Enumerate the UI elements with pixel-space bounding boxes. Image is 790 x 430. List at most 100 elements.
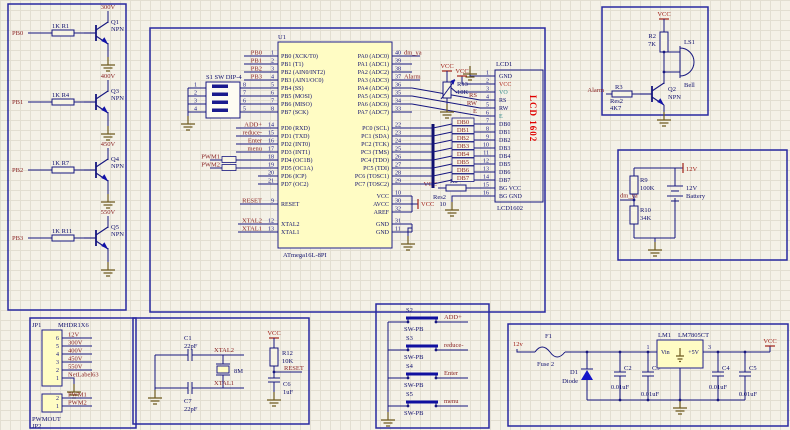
net-label: XTAL1 — [214, 380, 234, 387]
pot-body — [443, 82, 451, 98]
pin-number: 3 — [56, 360, 59, 366]
net-label: PB3 — [251, 74, 262, 81]
dip-lever — [212, 85, 228, 89]
dip-pin-number: 4 — [194, 107, 197, 113]
resistor — [52, 30, 74, 36]
lcd-pin-name: DB6 — [499, 170, 510, 176]
resistor-value: 10K — [282, 358, 294, 365]
switch-type: SW-PB — [404, 354, 424, 361]
net-label: Enter — [248, 138, 263, 145]
mcu-pin-name: AREF — [374, 210, 390, 216]
mcu-pin-name: PB0 (XCK/T0) — [281, 53, 318, 60]
mcu-pin-name: PA2 (ADC2) — [358, 69, 389, 76]
regulator-vin: Vin — [661, 350, 670, 356]
cap-value: 0.01uF — [739, 391, 758, 398]
dip-pin-number: 2 — [194, 91, 197, 97]
speaker-name: Bell — [684, 82, 695, 89]
mcu-pin-name: PB3 (AIN1/OC0) — [281, 77, 324, 84]
mcu-pin-name: PA7 (ADC7) — [358, 109, 389, 116]
bell-circuit: VCC R2 7K LS1 Bell R3 Res2 4K7 Alarm Q2 … — [587, 11, 695, 126]
mcu-pin-name: GND — [376, 222, 390, 228]
rail-label: 300V — [101, 4, 116, 11]
dip-pin-number: 5 — [243, 107, 246, 113]
net-label: RESET — [284, 365, 304, 372]
net-label: 450V — [68, 356, 83, 363]
diode-symbol — [581, 370, 593, 380]
power-label: VCC — [455, 68, 468, 75]
mcu-pin-name: PB4 (SS) — [281, 85, 304, 92]
net-label: PB0 — [12, 30, 23, 37]
dip-pin-number: 1 — [194, 83, 197, 89]
net-label: PB2 — [251, 66, 262, 73]
mcu-pin-name: PD1 (TXD) — [281, 133, 310, 140]
net-label: XTAL2 — [214, 347, 234, 354]
cap-value: 22pF — [184, 343, 198, 350]
resistor-label: 1K R4 — [52, 92, 70, 99]
connector-designator: JP1 — [32, 322, 41, 329]
switch-designator: S2 — [406, 307, 413, 314]
transistor-type: NPN — [111, 95, 124, 102]
mcu-pin-name: PC0 (SCL) — [362, 125, 389, 132]
resistor-type: Res2 — [433, 194, 446, 201]
lcd-part: LCD1602 — [497, 205, 523, 212]
mcu-pin-name: PA3 (ADC3) — [358, 77, 389, 84]
transistor-type: NPN — [111, 26, 124, 33]
mcu-part: ATmega16L-8PI — [283, 252, 327, 259]
mcu-pin-name: PD4 (OC1B) — [281, 157, 313, 164]
cap-value: 0.01uF — [641, 391, 660, 398]
mcu-pin-name: PA6 (ADC6) — [358, 101, 389, 108]
net-label: PWM1 — [201, 154, 220, 161]
cap-designator: C7 — [184, 398, 192, 405]
net-label: E — [473, 108, 477, 115]
mcu-pin-name: GND — [376, 230, 390, 236]
pin-number: 5 — [56, 344, 59, 350]
mcu-pin-name: PB7 (SCK) — [281, 109, 309, 116]
net-label: reduce- — [444, 342, 463, 349]
resistor — [52, 167, 74, 173]
rail-label: 550V — [101, 209, 116, 216]
power-label: VCC — [267, 330, 280, 337]
net-label: 12V — [68, 332, 80, 339]
dip-pin-number: 6 — [243, 99, 246, 105]
dip-pin-number: 3 — [194, 99, 197, 105]
lcd-pin-name: E — [499, 114, 503, 120]
cap-value: 1uF — [283, 389, 294, 396]
mcu-pin-name: PC3 (TMS) — [361, 149, 389, 156]
resistor-value: 100K — [640, 185, 655, 192]
net-label: menu — [444, 398, 459, 405]
fuse-designator: F1 — [545, 333, 552, 340]
resistor-value: 10 — [440, 201, 447, 208]
power-label: VCC — [763, 338, 776, 345]
resistor-designator: R10 — [640, 207, 651, 214]
connector-part: MHDR1X6 — [58, 322, 89, 329]
battery-value: 12V — [686, 185, 698, 192]
power-label: 12V — [686, 166, 698, 173]
lcd-pin-name: BG GND — [499, 194, 523, 200]
cap-designator: C6 — [283, 381, 291, 388]
transistor-designator: Q5 — [111, 224, 119, 231]
pin-number: 6 — [56, 336, 59, 342]
net-label-box — [222, 157, 236, 163]
net-label-box — [222, 165, 236, 171]
lcd-designator: LCD1 — [496, 61, 512, 68]
lcd-pin-name: RW — [499, 106, 509, 112]
net-label: 300V — [68, 340, 83, 347]
battery-circuit: 12V R9 100K R10 34K dm_ya 12V Battery — [620, 163, 706, 256]
dip-pin-number: 7 — [243, 91, 246, 97]
speaker-designator: LS1 — [684, 39, 695, 46]
regulator-designator: LM1 — [658, 332, 671, 339]
keys-block-border — [376, 304, 489, 428]
mcu-pin-name: PD0 (RXD) — [281, 125, 310, 132]
switch-designator: S5 — [406, 391, 413, 398]
rail-label: 400V — [101, 73, 116, 80]
cap-designator: C2 — [624, 365, 632, 372]
switch-type: SW-PB — [404, 326, 424, 333]
mcu-pin-name: PC2 (TCK) — [361, 141, 389, 148]
pin-number: 4 — [56, 352, 59, 358]
net-label: PWM2 — [201, 162, 220, 169]
lcd-pin-name: DB4 — [499, 154, 510, 160]
net-label: ADD+ — [444, 314, 462, 321]
net-label: dm_ya — [620, 193, 638, 200]
mcu-pin-name: PA0 (ADC0) — [358, 53, 389, 60]
pin-number: 2 — [56, 368, 59, 374]
